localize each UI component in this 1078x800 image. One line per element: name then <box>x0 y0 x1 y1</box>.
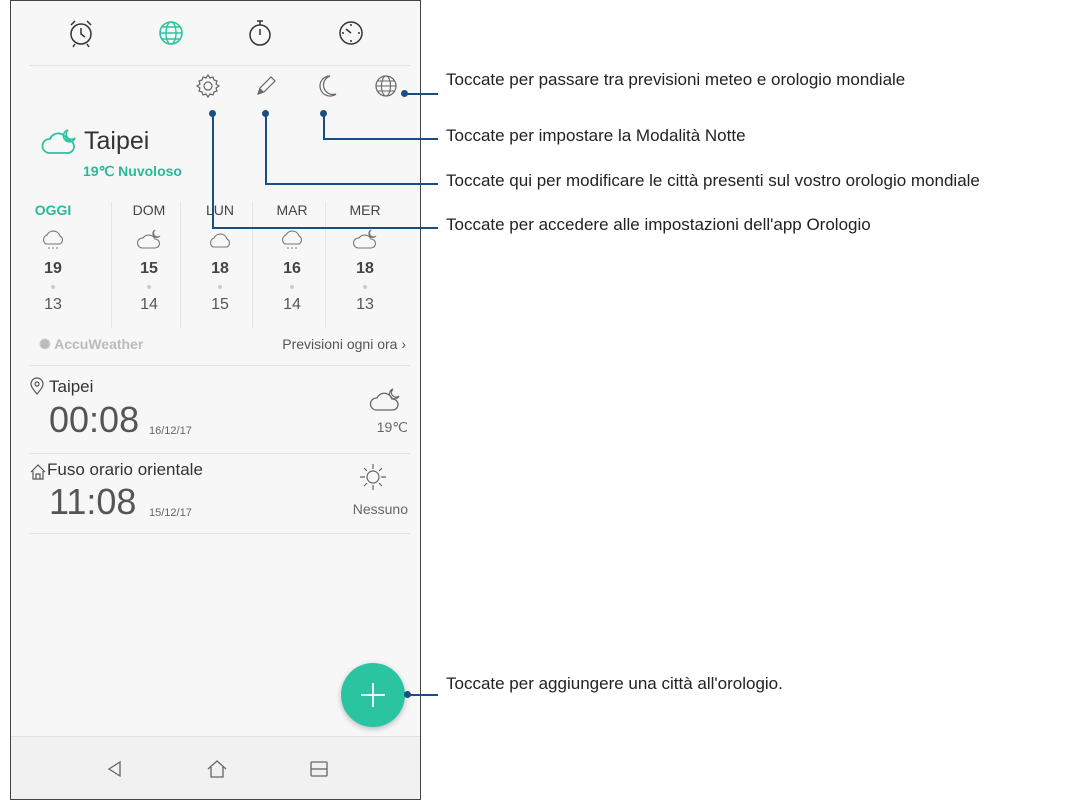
tab-timer[interactable] <box>333 15 369 51</box>
home-icon <box>30 464 46 480</box>
recent-apps-icon[interactable] <box>307 757 331 781</box>
forecast-day-name: MAR <box>276 202 308 218</box>
rain-cloud-icon <box>282 230 302 249</box>
hourly-forecast-link[interactable]: Previsioni ogni ora › <box>282 336 406 352</box>
alarm-clock-icon <box>70 20 92 48</box>
forecast-separator <box>325 202 326 328</box>
callout-line <box>265 183 438 185</box>
callout-line <box>212 227 438 229</box>
tab-stopwatch[interactable] <box>242 15 278 51</box>
forecast-high: 18 <box>211 260 229 277</box>
globe-icon <box>375 75 397 97</box>
sun-icon <box>360 464 386 490</box>
weather-city-title: Taipei <box>84 127 150 155</box>
city-weather: 19℃ <box>376 419 408 435</box>
partly-cloudy-night-icon <box>352 229 377 249</box>
divider <box>29 65 410 66</box>
city-name: Taipei <box>49 377 94 396</box>
city-date: 15/12/17 <box>149 507 192 519</box>
callout-line <box>265 113 267 183</box>
current-weather: 19℃ Nuvoloso <box>83 163 182 179</box>
pencil-icon <box>257 76 276 95</box>
city-row[interactable]: Taipei 00:08 16/12/17 19℃ <box>11 367 420 453</box>
weather-clock-toggle-button[interactable] <box>371 71 401 101</box>
tab-alarm[interactable] <box>63 15 99 51</box>
city-time: 11:08 <box>49 481 137 522</box>
location-pin-icon <box>30 377 44 395</box>
back-icon[interactable] <box>103 757 127 781</box>
divider <box>29 453 410 454</box>
forecast-day: MAR 16 14 <box>256 202 328 314</box>
separator-dot <box>363 285 367 289</box>
city-row[interactable]: Fuso orario orientale 11:08 15/12/17 Nes… <box>11 455 420 533</box>
callout-line <box>407 694 438 696</box>
tab-world-clock[interactable] <box>153 15 189 51</box>
callout-text: Toccate qui per modificare le città pres… <box>446 171 980 190</box>
forecast-high: 15 <box>140 260 158 277</box>
cloud-icon <box>210 233 230 248</box>
city-time: 00:08 <box>49 399 140 440</box>
forecast-separator <box>111 202 112 328</box>
forecast-high: 18 <box>356 260 374 277</box>
forecast-separator <box>252 202 253 328</box>
forecast-day: OGGI 19 13 <box>17 202 89 314</box>
rain-cloud-icon <box>43 230 63 249</box>
forecast-low: 13 <box>44 296 62 313</box>
separator-dot <box>218 285 222 289</box>
weather-provider: ✺ AccuWeather <box>39 336 144 352</box>
forecast-day: LUN 18 15 <box>184 202 256 314</box>
partly-cloudy-night-icon <box>369 388 400 411</box>
callout-line <box>404 93 438 95</box>
forecast-low: 15 <box>211 296 229 313</box>
globe-icon <box>159 21 183 45</box>
callout-text: Toccate per aggiungere una città all'oro… <box>446 674 783 693</box>
provider-label: AccuWeather <box>54 336 144 352</box>
forecast-day: MER 18 13 <box>329 202 401 314</box>
forecast-high: 19 <box>44 260 62 277</box>
callout-text: Toccate per accedere alle impostazioni d… <box>446 215 871 234</box>
home-icon[interactable] <box>205 757 229 781</box>
city-weather: Nessuno <box>352 501 408 517</box>
city-date: 16/12/17 <box>149 425 192 437</box>
forecast-low: 14 <box>283 296 301 313</box>
forecast-high: 16 <box>283 260 301 277</box>
forecast-day-name: DOM <box>132 202 166 218</box>
phone-screen: Taipei 19℃ Nuvoloso OGGI 19 13 DOM 15 14 LUN 18… <box>10 0 421 800</box>
plus-icon <box>361 683 385 707</box>
divider <box>29 365 410 366</box>
forecast-low: 13 <box>356 296 374 313</box>
add-city-button[interactable] <box>341 663 405 727</box>
stopwatch-icon <box>249 20 271 46</box>
separator-dot <box>147 285 151 289</box>
gear-icon <box>195 73 221 99</box>
forecast-day-name: MER <box>349 202 381 218</box>
separator-dot <box>290 285 294 289</box>
edit-cities-button[interactable] <box>251 71 281 101</box>
divider <box>29 533 410 534</box>
callout-text: Toccate per passare tra previsioni meteo… <box>446 70 906 89</box>
separator-dot <box>51 285 55 289</box>
timer-icon <box>339 21 363 45</box>
callout-line <box>323 113 325 138</box>
moon-icon <box>319 75 337 97</box>
system-nav-bar <box>11 736 420 799</box>
forecast-day-name: LUN <box>205 202 234 218</box>
callout-line <box>323 138 438 140</box>
callout-line <box>212 113 214 227</box>
partly-cloudy-night-icon <box>41 129 76 154</box>
partly-cloudy-night-icon <box>136 229 161 249</box>
city-name: Fuso orario orientale <box>47 460 203 479</box>
night-mode-button[interactable] <box>312 71 342 101</box>
forecast-day-name: OGGI <box>34 202 72 218</box>
settings-button[interactable] <box>193 71 223 101</box>
tab-bar <box>11 1 420 65</box>
forecast-low: 14 <box>140 296 158 313</box>
callout-text: Toccate per impostare la Modalità Notte <box>446 126 746 145</box>
forecast-day: DOM 15 14 <box>113 202 185 314</box>
forecast-separator <box>180 202 181 328</box>
